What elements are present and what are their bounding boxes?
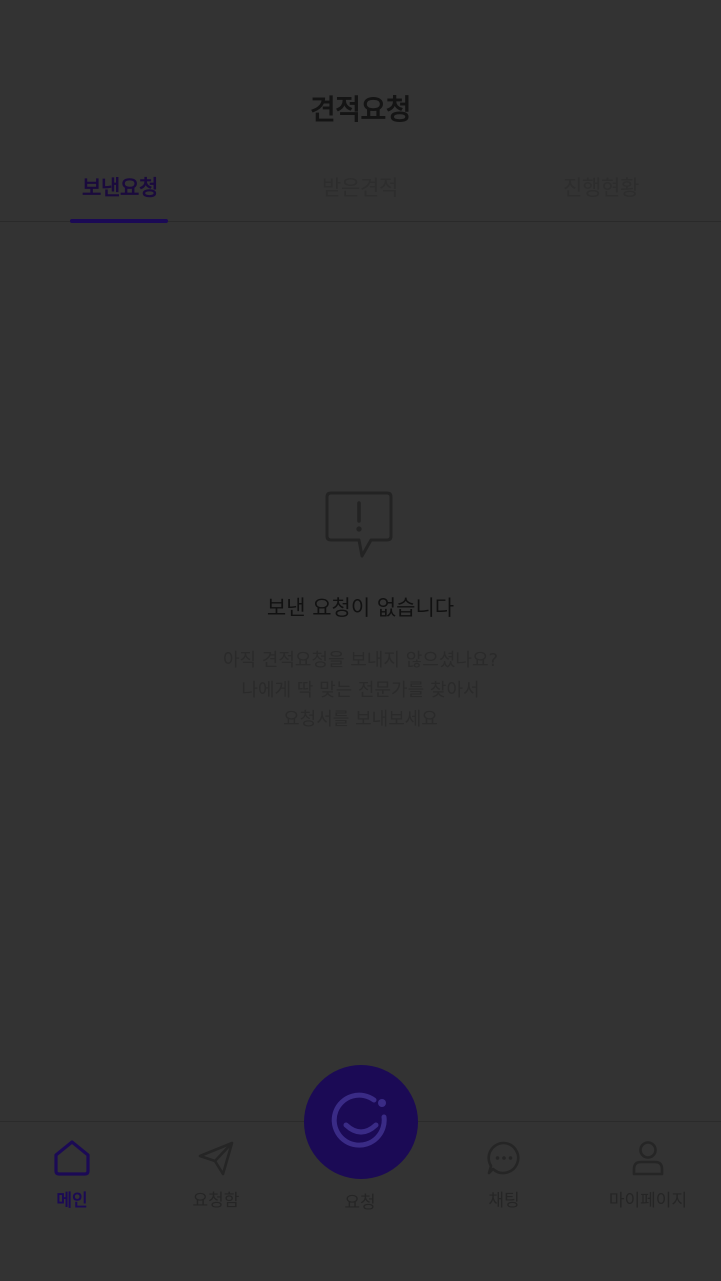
tab-received-quotes[interactable]: 받은견적	[240, 172, 480, 202]
alert-speech-bubble-icon	[325, 490, 395, 562]
tab-bar: 보낸요청 받은견적 진행현황	[0, 160, 721, 223]
nav-label-request: 요청	[344, 1193, 376, 1213]
smile-logo-icon	[331, 1092, 387, 1148]
tab-progress-status[interactable]: 진행현황	[481, 172, 721, 202]
person-icon	[632, 1141, 664, 1176]
empty-state-line: 나에게 딱 맞는 전문가를 찾아서	[241, 679, 480, 701]
nav-item-main[interactable]: 메인	[7, 1138, 137, 1218]
page-title: 견적요청	[309, 93, 412, 126]
empty-state-title: 보낸 요청이 없습니다	[266, 596, 455, 620]
nav-label-mypage: 마이페이지	[608, 1191, 688, 1211]
nav-item-request-box[interactable]: 요청함	[151, 1138, 281, 1218]
app-screen: 견적요청 보낸요청 받은견적 진행현황 보낸 요청이 없습니다 아직 견적요청을…	[0, 0, 721, 1281]
empty-state-line: 아직 견적요청을 보내지 않으셨나요?	[222, 650, 499, 671]
nav-label-main: 메인	[56, 1191, 88, 1211]
paper-plane-icon	[198, 1141, 234, 1176]
active-tab-indicator	[70, 219, 168, 223]
chat-bubble-icon	[487, 1141, 520, 1175]
tab-sent-requests[interactable]: 보낸요청	[0, 172, 240, 202]
nav-label-request-box: 요청함	[192, 1191, 240, 1211]
nav-label-chat: 채팅	[488, 1191, 520, 1211]
home-icon	[54, 1140, 90, 1176]
empty-state-line: 요청서를 보내보세요	[283, 709, 438, 730]
request-fab-button[interactable]	[304, 1065, 418, 1179]
nav-item-mypage[interactable]: 마이페이지	[583, 1138, 713, 1218]
empty-state-description: 아직 견적요청을 보내지 않으셨나요? 나에게 딱 맞는 전문가를 찾아서 요청…	[0, 646, 721, 735]
nav-item-chat[interactable]: 채팅	[439, 1138, 569, 1218]
